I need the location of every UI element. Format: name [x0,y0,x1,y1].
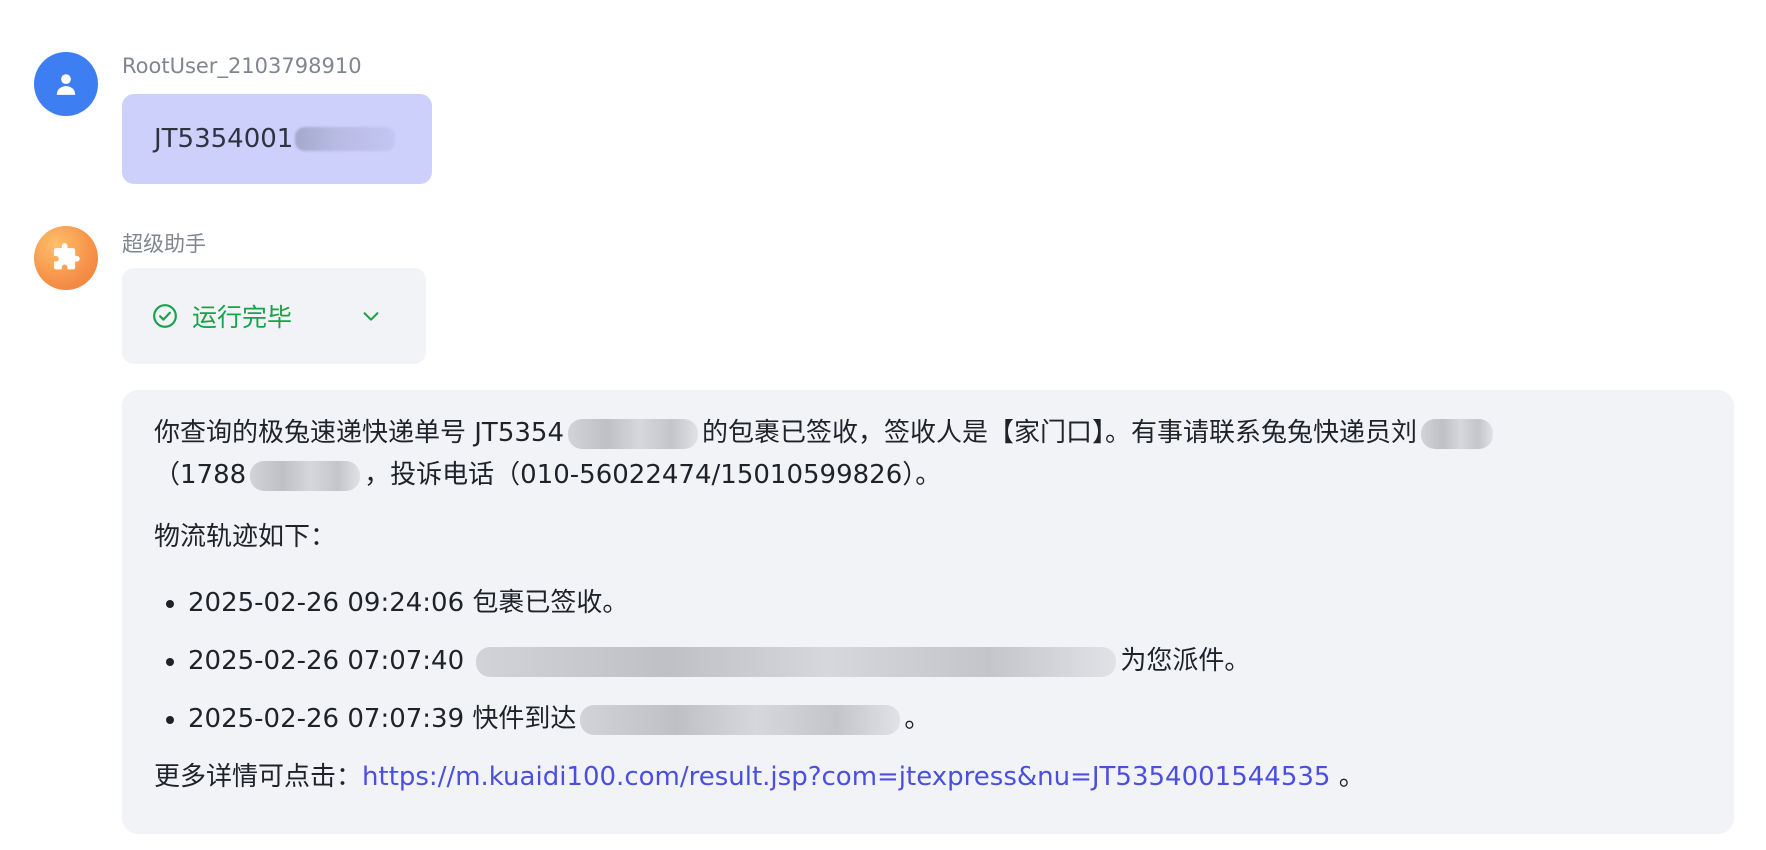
track-list: 2025-02-26 09:24:06 包裹已签收。 2025-02-26 07… [154,582,1704,740]
summary-part: 你查询的极兔速递快递单号 JT5354 [154,418,564,448]
run-status-text: 运行完毕 [192,303,293,332]
track-time: 2025-02-26 07:07:39 [188,704,465,734]
track-time: 2025-02-26 07:07:40 [188,646,465,676]
redaction-mask [1421,418,1493,449]
tracking-link[interactable]: https://m.kuaidi100.com/result.jsp?com=j… [362,762,1330,792]
track-desc: 为您派件。 [1120,646,1251,676]
more-details-label: 更多详情可点击： [154,762,363,792]
redaction-mask [476,646,1117,677]
check-circle-icon [152,303,178,329]
run-status-card[interactable]: 运行完毕 [122,268,426,364]
summary-part: 的包裹已签收，签收人是【家门口】。有事请联系兔兔快递员刘 [701,418,1417,448]
redaction-mask [295,127,396,151]
track-suffix: 。 [904,704,931,734]
assistant-answer-card: 你查询的极兔速递快递单号 JT5354 的包裹已签收，签收人是【家门口】。有事请联… [122,390,1734,834]
chevron-down-icon[interactable] [360,305,382,327]
more-details: 更多详情可点击：https://m.kuaidi100.com/result.j… [154,756,1704,798]
list-item: 2025-02-26 07:07:39 快件到达 。 [188,698,1704,740]
summary-part: （1788 [154,460,247,490]
list-item: 2025-02-26 07:07:40 为您派件。 [188,640,1704,682]
user-sender-name: RootUser_2103798910 [122,54,362,78]
user-message: RootUser_2103798910 JT5354001 [34,52,1766,184]
chat-thread: RootUser_2103798910 JT5354001 超级助手 运行完毕 [0,0,1766,850]
redaction-mask [580,704,901,735]
assistant-sender-name: 超级助手 [122,232,206,256]
user-avatar[interactable] [34,52,98,116]
list-item: 2025-02-26 09:24:06 包裹已签收。 [188,582,1704,624]
answer-summary: 你查询的极兔速递快递单号 JT5354 的包裹已签收，签收人是【家门口】。有事请联… [154,412,1704,496]
track-desc: 包裹已签收。 [472,588,629,618]
assistant-message-header: 超级助手 运行完毕 [34,226,1766,376]
more-details-suffix: 。 [1330,762,1365,792]
redaction-mask [567,418,698,449]
track-title: 物流轨迹如下： [154,522,337,552]
redaction-mask [250,460,361,491]
puzzle-icon [53,243,80,270]
track-desc: 快件到达 [472,704,577,734]
user-message-text: JT5354001 [154,124,294,154]
summary-part: ，投诉电话（010-56022474/15010599826）。 [364,460,942,490]
track-time: 2025-02-26 09:24:06 [188,588,465,618]
user-message-bubble: JT5354001 [122,94,432,184]
assistant-avatar[interactable] [34,226,98,290]
user-icon [56,74,76,95]
